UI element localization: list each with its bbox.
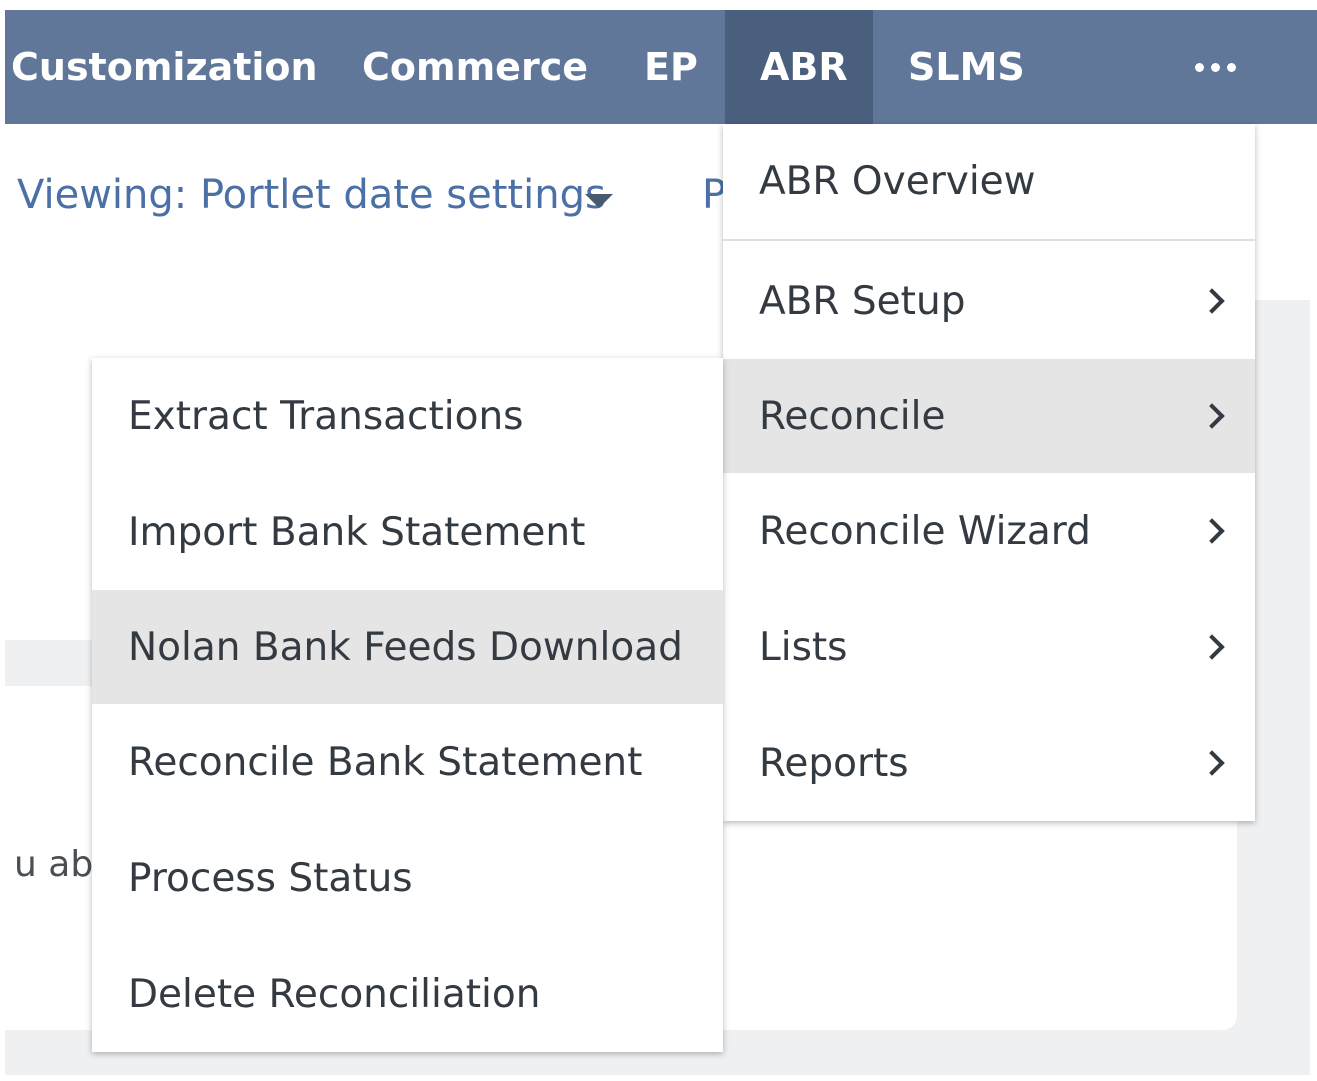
page-right-edge [1310,124,1317,1075]
chevron-right-icon [1199,750,1225,776]
menu-item-label: Import Bank Statement [128,509,586,555]
menu-item-abr-setup[interactable]: ABR Setup [723,243,1255,359]
submenu-item-process-status[interactable]: Process Status [92,820,723,936]
menu-item-reconcile-wizard[interactable]: Reconcile Wizard [723,473,1255,589]
menu-item-label: Delete Reconciliation [128,971,541,1017]
nav-item-customization[interactable]: Customization [11,10,318,124]
portlet-divider [5,640,100,686]
menu-item-lists[interactable]: Lists [723,589,1255,705]
menu-item-label: Reconcile Wizard [759,508,1091,554]
menu-item-abr-overview[interactable]: ABR Overview [723,124,1255,241]
submenu-item-nolan-bank-feeds-download[interactable]: Nolan Bank Feeds Download [92,590,723,704]
menu-item-label: ABR Overview [759,159,1036,204]
chevron-right-icon [1199,634,1225,660]
chevron-right-icon [1199,288,1225,314]
menu-item-reconcile[interactable]: Reconcile [723,359,1255,473]
menu-item-label: Reconcile [759,393,946,439]
ellipsis-icon[interactable] [1170,10,1260,124]
reconcile-submenu: Extract Transactions Import Bank Stateme… [92,358,723,1052]
abr-dropdown-menu: ABR Overview ABR Setup Reconcile Reconci… [723,124,1255,821]
menu-item-label: Reconcile Bank Statement [128,739,643,785]
menu-item-label: Nolan Bank Feeds Download [128,624,683,670]
submenu-item-extract-transactions[interactable]: Extract Transactions [92,358,723,474]
submenu-item-delete-reconciliation[interactable]: Delete Reconciliation [92,936,723,1052]
nav-item-commerce[interactable]: Commerce [362,10,588,124]
menu-item-label: ABR Setup [759,278,966,324]
top-nav-bar: Customization Commerce EP ABR SLMS [5,10,1317,124]
chevron-right-icon [1199,518,1225,544]
ellipsis-dot [1210,62,1220,72]
menu-item-label: Process Status [128,855,413,901]
ellipsis-dot [1226,62,1236,72]
nav-item-ep[interactable]: EP [644,10,698,124]
menu-item-label: Reports [759,740,909,786]
viewing-settings-link[interactable]: Viewing: Portlet date settings [17,172,606,218]
submenu-item-import-bank-statement[interactable]: Import Bank Statement [92,474,723,590]
ellipsis-dot [1194,62,1204,72]
menu-item-label: Extract Transactions [128,393,524,439]
nav-item-slms[interactable]: SLMS [908,10,1025,124]
chevron-right-icon [1199,403,1225,429]
nav-item-abr[interactable]: ABR [725,10,873,124]
submenu-item-reconcile-bank-statement[interactable]: Reconcile Bank Statement [92,704,723,820]
menu-item-reports[interactable]: Reports [723,705,1255,821]
caret-down-icon[interactable] [585,194,613,208]
menu-item-label: Lists [759,624,848,670]
